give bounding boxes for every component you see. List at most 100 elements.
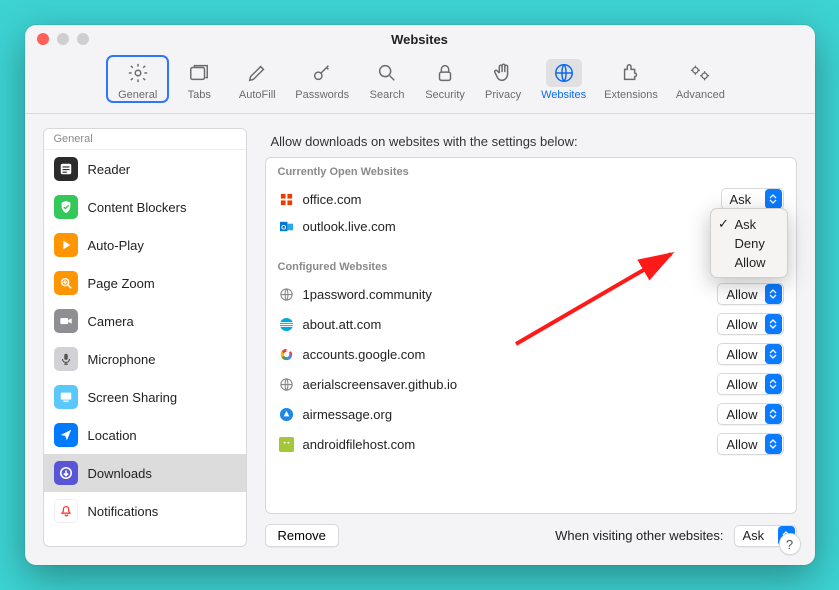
popup-option-allow[interactable]: Allow	[711, 253, 787, 272]
sidebar-item-screen-sharing[interactable]: Screen Sharing	[44, 378, 246, 416]
window-title: Websites	[25, 32, 815, 47]
globe-icon	[278, 376, 295, 393]
chevron-updown-icon	[765, 189, 782, 209]
tab-websites[interactable]: Websites	[533, 55, 594, 103]
site-permission-select[interactable]: Ask	[721, 188, 784, 210]
site-row[interactable]: accounts.google.com Allow	[266, 339, 796, 369]
office-icon	[278, 191, 295, 208]
tab-extensions[interactable]: Extensions	[596, 55, 666, 103]
tab-label: AutoFill	[239, 89, 276, 101]
tab-label: Tabs	[188, 89, 211, 101]
sidebar-item-content-blockers[interactable]: Content Blockers	[44, 188, 246, 226]
sidebar-item-label: Notifications	[88, 504, 159, 519]
popup-option-label: Allow	[735, 255, 766, 270]
tab-search[interactable]: Search	[359, 55, 415, 103]
tab-label: General	[118, 89, 157, 101]
att-icon	[278, 316, 295, 333]
main-content: General Reader Content Blockers	[25, 114, 815, 565]
sidebar-item-reader[interactable]: Reader	[44, 150, 246, 188]
site-permission-select[interactable]: Allow	[717, 403, 783, 425]
tab-tabs[interactable]: Tabs	[171, 55, 227, 103]
gear-icon	[120, 59, 156, 87]
site-row[interactable]: androidfilehost.com Allow	[266, 429, 796, 459]
sidebar-item-label: Location	[88, 428, 137, 443]
permission-popup-menu: ✓ Ask Deny Allow	[710, 208, 788, 278]
popup-option-ask[interactable]: ✓ Ask	[711, 214, 787, 234]
popup-option-deny[interactable]: Deny	[711, 234, 787, 253]
chevron-updown-icon	[765, 344, 782, 364]
sidebar-item-downloads[interactable]: Downloads	[44, 454, 246, 492]
websites-list-box: Currently Open Websites office.com Ask	[265, 157, 797, 514]
checkmark-icon: ✓	[717, 216, 731, 232]
site-permission-select[interactable]: Allow	[717, 373, 783, 395]
site-permission-select[interactable]: Allow	[717, 313, 783, 335]
chevron-updown-icon	[765, 434, 782, 454]
sidebar-item-label: Camera	[88, 314, 134, 329]
select-value: Ask	[730, 192, 764, 207]
globe-icon	[278, 286, 295, 303]
popup-option-label: Ask	[735, 217, 757, 232]
tab-advanced[interactable]: Advanced	[668, 55, 733, 103]
tab-security[interactable]: Security	[417, 55, 473, 103]
sidebar-section-header: General	[44, 129, 246, 150]
sidebar-item-label: Microphone	[88, 352, 156, 367]
sidebar-item-location[interactable]: Location	[44, 416, 246, 454]
site-row[interactable]: 1password.community Allow	[266, 279, 796, 309]
shield-icon	[54, 195, 78, 219]
tab-autofill[interactable]: AutoFill	[229, 55, 285, 103]
puzzle-icon	[613, 59, 649, 87]
tab-label: Passwords	[295, 89, 349, 101]
tab-general[interactable]: General	[106, 55, 169, 103]
sidebar: General Reader Content Blockers	[43, 128, 247, 547]
sidebar-item-label: Auto-Play	[88, 238, 144, 253]
key-icon	[304, 59, 340, 87]
tab-label: Websites	[541, 89, 586, 101]
sidebar-item-auto-play[interactable]: Auto-Play	[44, 226, 246, 264]
android-icon	[278, 436, 295, 453]
tab-label: Extensions	[604, 89, 658, 101]
sidebar-item-label: Downloads	[88, 466, 152, 481]
sidebar-item-page-zoom[interactable]: Page Zoom	[44, 264, 246, 302]
select-value: Allow	[726, 317, 763, 332]
site-name: airmessage.org	[303, 407, 710, 422]
gears-icon	[682, 59, 718, 87]
select-value: Allow	[726, 347, 763, 362]
site-name: aerialscreensaver.github.io	[303, 377, 710, 392]
sidebar-item-camera[interactable]: Camera	[44, 302, 246, 340]
tab-label: Advanced	[676, 89, 725, 101]
site-name: androidfilehost.com	[303, 437, 710, 452]
select-value: Ask	[743, 528, 777, 543]
footer-label: When visiting other websites:	[555, 528, 723, 543]
search-icon	[369, 59, 405, 87]
tab-privacy[interactable]: Privacy	[475, 55, 531, 103]
tab-label: Privacy	[485, 89, 521, 101]
sidebar-list[interactable]: Reader Content Blockers Auto-Play	[44, 150, 246, 546]
site-row[interactable]: about.att.com Allow	[266, 309, 796, 339]
chevron-updown-icon	[765, 314, 782, 334]
sidebar-item-notifications[interactable]: Notifications	[44, 492, 246, 530]
site-name: 1password.community	[303, 287, 710, 302]
select-value: Allow	[726, 377, 763, 392]
pencil-icon	[239, 59, 275, 87]
screen-icon	[54, 385, 78, 409]
popup-option-label: Deny	[735, 236, 765, 251]
remove-button[interactable]: Remove	[265, 524, 339, 547]
site-row[interactable]: airmessage.org Allow	[266, 399, 796, 429]
tab-passwords[interactable]: Passwords	[287, 55, 357, 103]
select-value: Allow	[726, 437, 763, 452]
svg-text:O: O	[281, 224, 286, 231]
play-icon	[54, 233, 78, 257]
content-heading: Allow downloads on websites with the set…	[271, 134, 797, 149]
site-name: accounts.google.com	[303, 347, 710, 362]
site-permission-select[interactable]: Allow	[717, 283, 783, 305]
site-permission-select[interactable]: Allow	[717, 343, 783, 365]
help-button[interactable]: ?	[779, 533, 801, 555]
site-row[interactable]: aerialscreensaver.github.io Allow	[266, 369, 796, 399]
sidebar-item-microphone[interactable]: Microphone	[44, 340, 246, 378]
camera-icon	[54, 309, 78, 333]
download-icon	[54, 461, 78, 485]
select-value: Allow	[726, 287, 763, 302]
titlebar: Websites	[25, 25, 815, 53]
site-permission-select[interactable]: Allow	[717, 433, 783, 455]
google-icon	[278, 346, 295, 363]
